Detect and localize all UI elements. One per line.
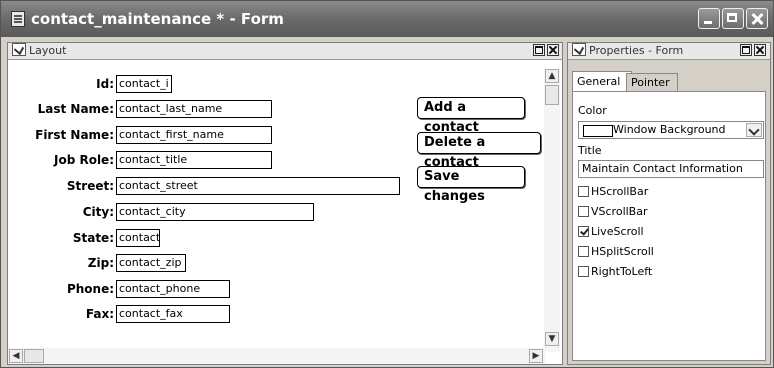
livescroll-label: LiveScroll bbox=[591, 225, 644, 238]
hscrollbar-checkbox-row[interactable]: HScrollBar bbox=[578, 185, 648, 198]
vscrollbar-checkbox-row[interactable]: VScrollBar bbox=[578, 205, 648, 218]
last-name-label: Last Name: bbox=[37, 102, 114, 116]
righttoleft-checkbox[interactable] bbox=[578, 266, 589, 277]
state-field[interactable]: contact_ bbox=[116, 229, 160, 247]
city-field[interactable]: contact_city bbox=[116, 203, 314, 221]
state-label: State: bbox=[72, 231, 114, 245]
vertical-scroll-thumb[interactable] bbox=[545, 85, 559, 105]
minimize-button[interactable] bbox=[698, 8, 720, 29]
properties-maximize-button[interactable] bbox=[740, 44, 752, 56]
city-label: City: bbox=[82, 205, 114, 219]
title-label: Title bbox=[578, 144, 602, 157]
layout-pane-title: Layout bbox=[29, 44, 67, 57]
layout-maximize-button[interactable] bbox=[533, 44, 545, 56]
add-contact-button[interactable]: Add a contact bbox=[417, 97, 525, 135]
color-label: Color bbox=[578, 104, 607, 117]
delete-contact-button[interactable]: Delete a contact bbox=[417, 132, 541, 170]
chevron-down-icon[interactable] bbox=[746, 123, 762, 137]
scroll-left-arrow-icon[interactable]: ◀ bbox=[9, 349, 23, 363]
color-swatch bbox=[583, 125, 613, 137]
window-title: contact_maintenance * - Form bbox=[31, 10, 284, 28]
maximize-button[interactable] bbox=[722, 8, 744, 29]
hsplitscroll-checkbox[interactable] bbox=[578, 246, 589, 257]
job-role-field[interactable]: contact_title bbox=[116, 151, 272, 169]
righttoleft-checkbox-row[interactable]: RightToLeft bbox=[578, 265, 652, 278]
horizontal-scroll-thumb[interactable] bbox=[24, 349, 44, 363]
scroll-down-arrow-icon[interactable]: ▼ bbox=[545, 332, 559, 346]
color-dropdown-value: Window Background bbox=[613, 123, 726, 136]
hsplitscroll-label: HSplitScroll bbox=[591, 245, 654, 258]
street-label: Street: bbox=[66, 179, 114, 193]
properties-pane-icon bbox=[572, 43, 586, 56]
phone-label: Phone: bbox=[66, 282, 114, 296]
properties-pane-title: Properties - Form bbox=[589, 44, 684, 57]
save-changes-button[interactable]: Save changes bbox=[417, 166, 525, 204]
righttoleft-label: RightToLeft bbox=[591, 265, 653, 278]
properties-close-button[interactable] bbox=[754, 44, 766, 56]
hsplitscroll-checkbox-row[interactable]: HSplitScroll bbox=[578, 245, 654, 258]
scroll-up-arrow-icon[interactable]: ▲ bbox=[545, 69, 559, 83]
fax-label: Fax: bbox=[85, 307, 114, 321]
layout-horizontal-scrollbar[interactable]: ◀ ▶ bbox=[8, 348, 545, 364]
id-field[interactable]: contact_i bbox=[116, 75, 172, 93]
phone-field[interactable]: contact_phone bbox=[116, 280, 230, 298]
livescroll-checkbox-row[interactable]: LiveScroll bbox=[578, 225, 644, 238]
zip-field[interactable]: contact_zip bbox=[116, 254, 186, 272]
last-name-field[interactable]: contact_last_name bbox=[116, 100, 272, 118]
layout-pane-titlebar[interactable]: Layout bbox=[8, 43, 562, 60]
color-dropdown[interactable]: Window Background bbox=[578, 121, 764, 139]
first-name-label: First Name: bbox=[35, 128, 114, 142]
id-label: Id: bbox=[96, 77, 114, 91]
hscrollbar-label: HScrollBar bbox=[591, 185, 649, 198]
title-input[interactable]: Maintain Contact Information bbox=[578, 160, 764, 178]
hscrollbar-checkbox[interactable] bbox=[578, 186, 589, 197]
properties-pane-titlebar[interactable]: Properties - Form bbox=[568, 43, 770, 60]
window-titlebar[interactable]: contact_maintenance * - Form bbox=[1, 1, 773, 37]
zip-label: Zip: bbox=[87, 256, 114, 270]
livescroll-checkbox[interactable] bbox=[578, 226, 589, 237]
vscrollbar-checkbox[interactable] bbox=[578, 206, 589, 217]
layout-pane-icon bbox=[12, 43, 26, 56]
properties-pane: Properties - Form General Pointer Color … bbox=[567, 42, 771, 365]
fax-field[interactable]: contact_fax bbox=[116, 305, 230, 323]
layout-vertical-scrollbar[interactable]: ▲ ▼ bbox=[544, 69, 560, 352]
tab-pointer[interactable]: Pointer bbox=[626, 73, 678, 92]
scroll-right-arrow-icon[interactable]: ▶ bbox=[529, 349, 543, 363]
first-name-field[interactable]: contact_first_name bbox=[116, 126, 272, 144]
job-role-label: Job Role: bbox=[53, 153, 114, 167]
street-field[interactable]: contact_street bbox=[116, 177, 400, 195]
layout-close-button[interactable] bbox=[547, 44, 559, 56]
form-icon bbox=[11, 11, 25, 27]
layout-pane: Layout Id: contact_i Last Name: contact_… bbox=[7, 42, 563, 365]
vscrollbar-label: VScrollBar bbox=[591, 205, 648, 218]
form-window: contact_maintenance * - Form Layout Id: … bbox=[0, 0, 774, 368]
close-button[interactable] bbox=[746, 8, 768, 29]
tab-general[interactable]: General bbox=[572, 71, 632, 93]
